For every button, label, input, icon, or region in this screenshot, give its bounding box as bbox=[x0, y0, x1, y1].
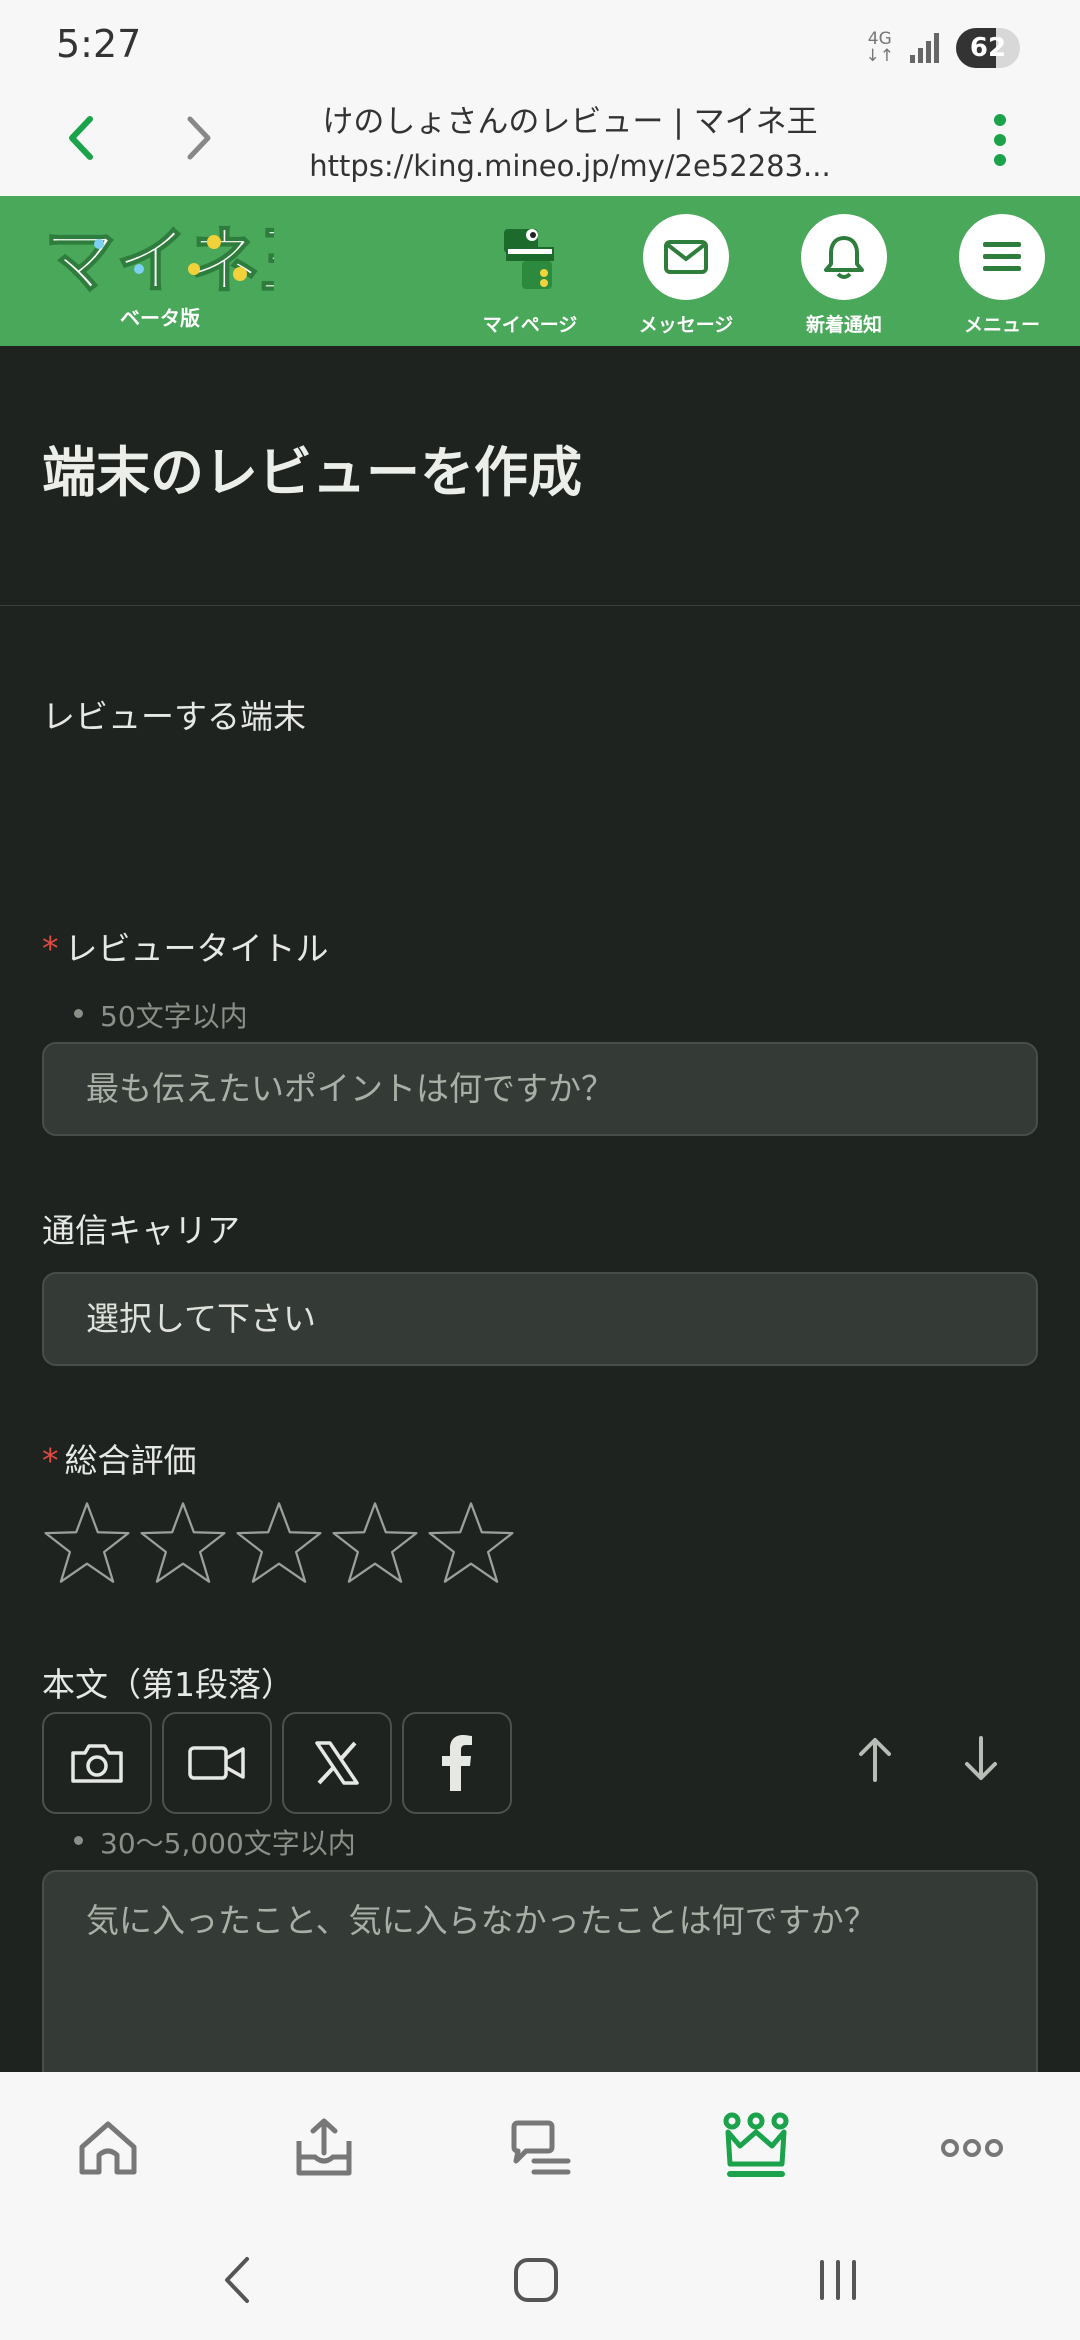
nav-post[interactable] bbox=[284, 2108, 364, 2188]
insert-video-button[interactable] bbox=[162, 1712, 272, 1814]
bell-icon bbox=[801, 214, 887, 300]
header-messages-label: メッセージ bbox=[638, 314, 734, 336]
mineo-logo-icon: マイネ王 bbox=[43, 218, 333, 304]
square-home-icon bbox=[514, 2258, 558, 2302]
bottom-navigation bbox=[0, 2072, 1080, 2214]
tab-title: けのしょさんのレビュー | マイネ王 bbox=[322, 104, 818, 140]
nav-more[interactable] bbox=[932, 2108, 1012, 2188]
required-mark: * bbox=[42, 1441, 59, 1480]
review-title-input[interactable]: 最も伝えたいポイントは何ですか？ bbox=[42, 1042, 1038, 1136]
header-menu-label: メニュー bbox=[963, 314, 1040, 336]
star-rating bbox=[42, 1498, 516, 1588]
rating-star-1[interactable] bbox=[42, 1498, 132, 1588]
home-icon bbox=[79, 2121, 137, 2175]
more-icon bbox=[941, 2139, 1003, 2157]
status-indicators: 4G ↓↑ 62 bbox=[865, 28, 1020, 68]
battery-indicator: 62 bbox=[956, 28, 1020, 68]
system-recents-button[interactable] bbox=[808, 2250, 868, 2310]
header-notifications[interactable]: 新着通知 bbox=[774, 214, 914, 337]
carrier-label: 通信キャリア bbox=[42, 1211, 240, 1250]
arrow-down-icon bbox=[965, 1736, 997, 1780]
header-mypage-label: マイページ bbox=[482, 314, 578, 336]
page-title: 端末のレビューを作成 bbox=[42, 441, 582, 504]
carrier-select[interactable]: 選択して下さい bbox=[42, 1272, 1038, 1366]
system-back-button[interactable] bbox=[206, 2250, 266, 2310]
insert-photo-button[interactable] bbox=[42, 1712, 152, 1814]
header-messages[interactable]: メッセージ bbox=[616, 214, 756, 337]
move-paragraph-up-button[interactable] bbox=[840, 1724, 910, 1794]
battery-percent: 62 bbox=[969, 33, 1007, 63]
device-label: レビューする端末 bbox=[42, 697, 306, 736]
nav-home[interactable] bbox=[68, 2108, 148, 2188]
site-header: マイネ王 ベータ版 マイページ メッセージ 新着通知 bbox=[0, 196, 1080, 346]
status-time: 5:27 bbox=[56, 22, 142, 66]
signal-icon bbox=[910, 33, 939, 63]
recents-icon bbox=[820, 2260, 856, 2300]
logo-text: マイネ王 bbox=[44, 219, 274, 303]
body-label: 本文（第1段落） bbox=[42, 1665, 294, 1704]
rating-star-4[interactable] bbox=[330, 1498, 420, 1588]
chevron-right-icon bbox=[187, 116, 211, 160]
nav-community[interactable] bbox=[500, 2108, 580, 2188]
move-paragraph-down-button[interactable] bbox=[946, 1724, 1016, 1794]
browser-menu-button[interactable] bbox=[990, 112, 1010, 172]
chevron-left-icon bbox=[225, 2257, 249, 2303]
header-mypage[interactable]: マイページ bbox=[460, 214, 600, 337]
rating-star-5[interactable] bbox=[426, 1498, 516, 1588]
mail-icon bbox=[643, 214, 729, 300]
required-mark: * bbox=[42, 929, 59, 968]
address-bar[interactable]: けのしょさんのレビュー | マイネ王 https://king.mineo.jp… bbox=[290, 96, 850, 183]
header-menu[interactable]: メニュー bbox=[932, 214, 1072, 337]
insert-x-post-button[interactable] bbox=[282, 1712, 392, 1814]
body-hint: 30〜5,000文字以内 bbox=[74, 1822, 356, 1862]
rating-star-2[interactable] bbox=[138, 1498, 228, 1588]
rating-star-3[interactable] bbox=[234, 1498, 324, 1588]
back-button[interactable] bbox=[52, 108, 112, 168]
crown-icon bbox=[723, 2112, 789, 2177]
status-bar: 5:27 4G ↓↑ 62 bbox=[0, 0, 1080, 80]
browser-toolbar: けのしょさんのレビュー | マイネ王 https://king.mineo.jp… bbox=[0, 80, 1080, 196]
rating-label: * 総合評価 bbox=[42, 1441, 197, 1480]
review-title-label: * レビュータイトル bbox=[42, 929, 329, 968]
chat-icon bbox=[511, 2120, 571, 2175]
crocodile-mascot-icon bbox=[487, 214, 573, 300]
hamburger-icon bbox=[959, 214, 1045, 300]
page-title-section: 端末のレビューを作成 bbox=[0, 346, 1080, 606]
nav-king[interactable] bbox=[716, 2108, 796, 2188]
system-home-button[interactable] bbox=[506, 2250, 566, 2310]
header-notifications-label: 新着通知 bbox=[805, 314, 882, 336]
data-arrows-icon: ↓↑ bbox=[865, 46, 895, 66]
facebook-icon bbox=[442, 1735, 472, 1791]
review-title-hint: 50文字以内 bbox=[74, 995, 248, 1035]
more-vertical-icon bbox=[994, 114, 1006, 166]
url-text: https://king.mineo.jp/my/2e52283... bbox=[309, 149, 831, 183]
chevron-left-icon bbox=[69, 116, 93, 160]
forward-button[interactable] bbox=[168, 108, 228, 168]
arrow-up-icon bbox=[859, 1738, 891, 1782]
system-navigation bbox=[0, 2214, 1080, 2340]
beta-label: ベータ版 bbox=[120, 306, 200, 330]
upload-icon bbox=[296, 2118, 352, 2176]
camera-icon bbox=[71, 1744, 123, 1783]
x-logo-icon bbox=[315, 1741, 359, 1785]
network-type: 4G ↓↑ bbox=[865, 29, 895, 66]
insert-facebook-post-button[interactable] bbox=[402, 1712, 512, 1814]
video-icon bbox=[188, 1746, 245, 1780]
